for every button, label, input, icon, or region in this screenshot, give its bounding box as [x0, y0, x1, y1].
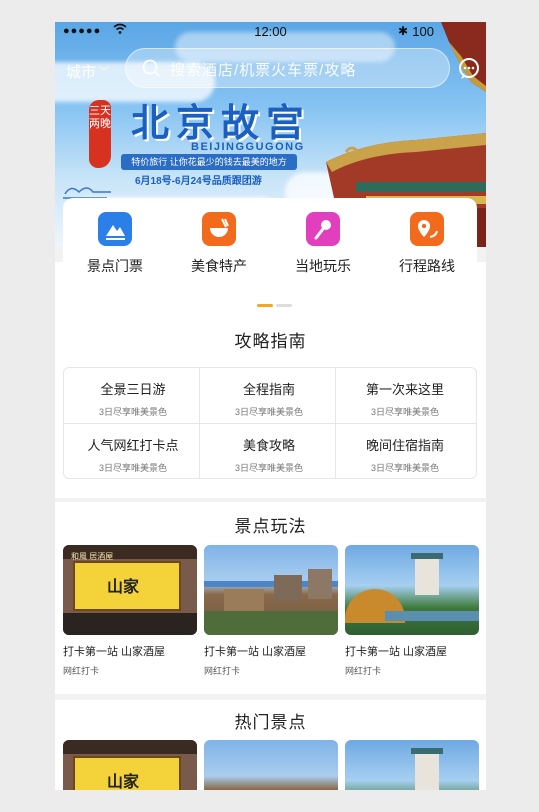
guide-item[interactable]: 人气网红打卡点 3日尽享唯美景色 [64, 424, 202, 480]
category-routes[interactable]: 行程路线 [375, 212, 479, 276]
castle-garden-photo [345, 545, 479, 635]
guide-grid: 全景三日游 3日尽享唯美景色 全程指南 3日尽享唯美景色 第一次来这里 3日尽享唯美景… [63, 367, 477, 479]
search-icon [142, 59, 160, 77]
category-label: 美食特产 [191, 258, 247, 274]
coastal-village-photo [204, 740, 338, 790]
guide-item[interactable]: 全程指南 3日尽享唯美景色 [200, 368, 338, 424]
spot-card-title: 打卡第一站 山家酒屋 [63, 646, 166, 658]
search-placeholder: 搜索酒店/机票火车票/攻略 [170, 62, 357, 79]
chevron-down-icon: ﹀ [99, 67, 110, 78]
spot-card-title: 打卡第一站 山家酒屋 [204, 646, 307, 658]
spot-card[interactable]: 打卡第一站 山家酒屋 网红打卡 [204, 545, 338, 677]
microphone-icon [306, 212, 340, 246]
category-label: 当地玩乐 [295, 258, 351, 274]
guide-item-sub: 3日尽享唯美景色 [98, 407, 167, 417]
mountain-ticket-icon [98, 212, 132, 246]
castle-garden-photo [345, 740, 479, 790]
banner-pinyin: BEIJINGGUGONG [191, 141, 305, 153]
search-bar[interactable]: 搜索酒店/机票火车票/攻略 [125, 48, 450, 88]
guide-item-title: 第一次来这里 [365, 382, 444, 397]
guide-item[interactable]: 全景三日游 3日尽享唯美景色 [64, 368, 202, 424]
banner-slogan: 特价旅行 让你花最少的钱去最美的地方 [121, 154, 297, 170]
seal-badge: 三天两晚 [89, 100, 111, 168]
guide-item-title: 晚间住宿指南 [365, 438, 444, 453]
guide-item-sub: 3日尽享唯美景色 [234, 463, 303, 473]
guide-item[interactable]: 美食攻略 3日尽享唯美景色 [200, 424, 338, 480]
guide-item[interactable]: 第一次来这里 3日尽享唯美景色 [336, 368, 474, 424]
food-bowl-icon [202, 212, 236, 246]
category-label: 景点门票 [87, 258, 143, 274]
banner-title: 北京故宫 [131, 100, 312, 145]
guide-section-title: 攻略指南 [234, 332, 307, 351]
carousel-indicator [257, 294, 292, 312]
category-label: 行程路线 [399, 258, 455, 274]
guide-item-sub: 3日尽享唯美景色 [370, 407, 439, 417]
category-local-fun[interactable]: 当地玩乐 [271, 212, 375, 276]
bluetooth-icon: ✱ [397, 24, 408, 38]
coastal-village-photo [204, 545, 338, 635]
guide-item-sub: 3日尽享唯美景色 [98, 463, 167, 473]
hot-spot-card[interactable] [204, 740, 338, 790]
category-card: 景点门票 美食特产 当地玩乐 行程路线 [63, 198, 479, 307]
guide-item-title: 人气网红打卡点 [87, 438, 179, 453]
status-bar: ●●●●● 12:00 ✱ 100 [55, 22, 486, 42]
izakaya-photo: 山家 [63, 740, 197, 790]
izakaya-sign: 山家 [107, 774, 140, 790]
spot-card-tag: 网红打卡 [63, 666, 100, 676]
spot-card-tag: 网红打卡 [345, 666, 382, 676]
spots-panel: 景点玩法 和風 居酒屋 山家 打卡第一站 山家酒屋 网红打卡 打卡第一站 山家酒… [55, 502, 486, 694]
spot-card-tag: 网红打卡 [204, 666, 241, 676]
category-tickets[interactable]: 景点门票 [63, 212, 167, 276]
izakaya-photo: 和風 居酒屋 山家 [63, 545, 197, 635]
guide-item-title: 全程指南 [242, 382, 295, 397]
hot-spot-card[interactable]: 山家 [63, 740, 197, 790]
indicator-active [257, 304, 273, 307]
city-label: 城市 [66, 64, 97, 81]
hot-spot-card[interactable] [345, 740, 479, 790]
spots-section-title: 景点玩法 [234, 517, 307, 536]
city-selector[interactable]: 城市 ﹀ [66, 61, 109, 82]
guide-item-sub: 3日尽享唯美景色 [234, 407, 303, 417]
phone-screen: ●●●●● 12:00 ✱ 100 城市 ﹀ 搜索酒店/机票火车票/攻略 三天两… [55, 22, 486, 790]
cloud-ornament-icon [63, 187, 111, 199]
guide-item[interactable]: 晚间住宿指南 3日尽享唯美景色 [336, 424, 474, 480]
guide-item-title: 美食攻略 [242, 438, 295, 453]
izakaya-sign: 山家 [107, 579, 140, 596]
guide-item-sub: 3日尽享唯美景色 [370, 463, 439, 473]
category-food[interactable]: 美食特产 [167, 212, 271, 276]
battery-level: 100 [412, 24, 434, 39]
route-pin-icon [410, 212, 444, 246]
indicator-inactive [276, 304, 292, 307]
message-icon[interactable] [458, 58, 480, 80]
banner-dates: 6月18号-6月24号品质跟团游 [135, 176, 262, 187]
guide-item-title: 全景三日游 [100, 382, 166, 397]
spot-card-title: 打卡第一站 山家酒屋 [345, 646, 448, 658]
spot-card[interactable]: 和風 居酒屋 山家 打卡第一站 山家酒屋 网红打卡 [63, 545, 197, 677]
hot-section-title: 热门景点 [234, 713, 307, 732]
spot-card[interactable]: 打卡第一站 山家酒屋 网红打卡 [345, 545, 479, 677]
hot-spots-panel: 热门景点 山家 [55, 700, 486, 790]
